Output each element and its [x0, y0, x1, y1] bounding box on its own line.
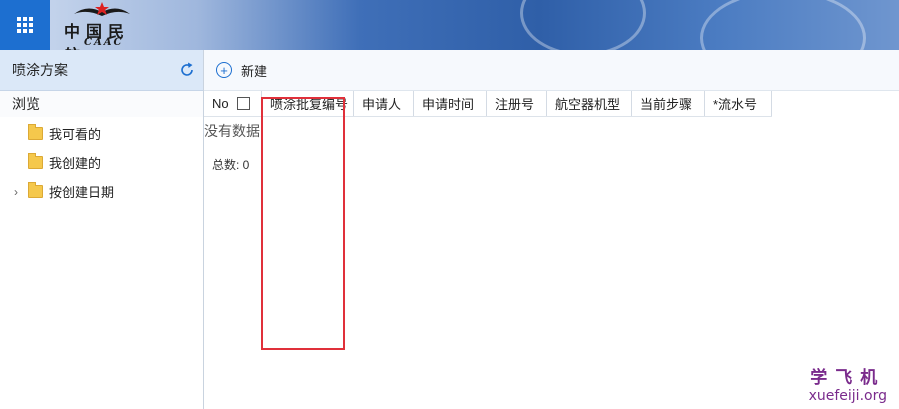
- main-panel: + 新建 No 喷涂批复编号 申请人 申请时间 注册号 航空器机型 当前步骤 *…: [204, 50, 899, 409]
- plus-circle-icon: +: [216, 62, 232, 78]
- top-banner: 中国民航 CAAC: [0, 0, 899, 50]
- grid-icon: [17, 17, 33, 33]
- watermark-title: 学飞机: [810, 368, 886, 388]
- empty-state-text: 没有数据: [204, 123, 260, 139]
- sidebar-header: 喷涂方案: [0, 50, 203, 91]
- sidebar: 喷涂方案 浏览 我可看的 我创建的 › 按创建日期: [0, 50, 204, 409]
- app-menu-button[interactable]: [0, 0, 50, 50]
- column-header-label: *流水号: [713, 97, 758, 112]
- folder-icon: [28, 153, 43, 169]
- logo-english-text: CAAC: [84, 37, 124, 48]
- column-header-serial-no[interactable]: *流水号: [705, 91, 772, 116]
- new-button[interactable]: + 新建: [216, 61, 267, 80]
- watermark: 学飞机 xuefeiji.org: [809, 363, 887, 404]
- sidebar-item-created-by-me[interactable]: 我创建的: [0, 148, 203, 177]
- column-header-label: 航空器机型: [555, 97, 621, 112]
- column-header-aircraft-type[interactable]: 航空器机型: [547, 91, 632, 116]
- column-header-apply-time[interactable]: 申请时间: [414, 91, 487, 116]
- new-button-label: 新建: [241, 63, 268, 79]
- table-header: No 喷涂批复编号 申请人 申请时间 注册号 航空器机型 当前步骤 *流水号: [204, 91, 772, 117]
- column-header-current-step[interactable]: 当前步骤: [632, 91, 705, 116]
- select-all-checkbox[interactable]: [236, 97, 250, 110]
- caac-logo: 中国民航 CAAC: [58, 0, 148, 50]
- folder-icon: [28, 124, 43, 140]
- column-header-applicant[interactable]: 申请人: [354, 91, 414, 116]
- column-header-label: 申请时间: [422, 97, 475, 112]
- sidebar-item-label: 我创建的: [49, 156, 102, 171]
- folder-icon: [28, 182, 43, 198]
- column-header-spray-approval-no[interactable]: 喷涂批复编号: [262, 91, 354, 116]
- banner-decoration: [700, 0, 866, 50]
- column-header-no[interactable]: No: [204, 91, 262, 116]
- total-count: 总数: 0: [212, 158, 250, 172]
- sidebar-item-label: 我可看的: [49, 127, 102, 142]
- refresh-icon[interactable]: [179, 62, 195, 78]
- sidebar-item-viewable[interactable]: 我可看的: [0, 119, 203, 148]
- column-header-label: No: [212, 96, 229, 111]
- column-header-label: 注册号: [495, 97, 535, 112]
- banner-decoration: [520, 0, 646, 50]
- browse-section-label: 浏览: [0, 91, 203, 117]
- chevron-right-icon[interactable]: ›: [14, 185, 24, 199]
- column-header-label: 喷涂批复编号: [270, 97, 349, 112]
- column-header-registration-no[interactable]: 注册号: [487, 91, 547, 116]
- column-header-label: 申请人: [362, 97, 402, 112]
- toolbar: + 新建: [204, 50, 899, 91]
- sidebar-title: 喷涂方案: [12, 62, 68, 78]
- sidebar-item-by-creation-date[interactable]: › 按创建日期: [0, 177, 203, 206]
- column-header-label: 当前步骤: [640, 97, 693, 112]
- sidebar-item-label: 按创建日期: [49, 185, 115, 200]
- watermark-url: xuefeiji.org: [808, 388, 887, 404]
